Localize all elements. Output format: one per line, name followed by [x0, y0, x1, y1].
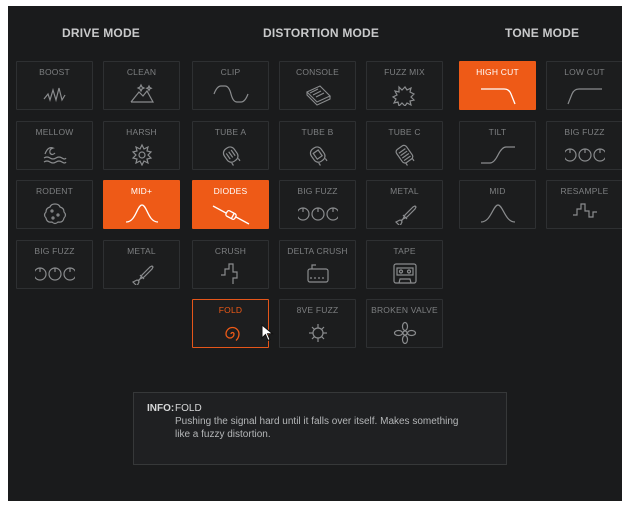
- distortion-tube-a-button[interactable]: TUBE A: [192, 121, 269, 170]
- tone-mid-button[interactable]: MID: [459, 180, 536, 229]
- tile-label: DELTA CRUSH: [287, 246, 348, 256]
- step-wave-icon: [565, 201, 605, 225]
- three-knobs-icon: [297, 201, 338, 225]
- info-description: Pushing the signal hard until it falls o…: [175, 416, 459, 440]
- distortion-diodes-button[interactable]: DIODES: [192, 180, 269, 229]
- tile-label: BOOST: [39, 67, 70, 77]
- spiky-blob-icon: [122, 142, 162, 166]
- tile-label: TUBE B: [301, 127, 334, 137]
- tile-label: TUBE C: [388, 127, 421, 137]
- tile-label: FUZZ MIX: [384, 67, 425, 77]
- tile-label: CONSOLE: [296, 67, 339, 77]
- step-wave-icon: [211, 261, 251, 285]
- tone-resample-button[interactable]: RESAMPLE: [546, 180, 622, 229]
- info-box: INFO: FOLD Pushing the signal hard until…: [133, 392, 507, 465]
- tile-label: DIODES: [213, 186, 248, 196]
- tile-label: TILT: [488, 127, 507, 137]
- low-cut-curve-icon: [565, 82, 605, 106]
- tile-label: TAPE: [393, 246, 416, 256]
- tile-label: METAL: [127, 246, 156, 256]
- tone-mode-header: TONE MODE: [505, 26, 580, 40]
- distortion-clip-button[interactable]: CLIP: [192, 61, 269, 110]
- cassette-icon: [385, 261, 425, 285]
- distortion-fuzz-mix-button[interactable]: FUZZ MIX: [366, 61, 443, 110]
- drive-mellow-button[interactable]: MELLOW: [16, 121, 93, 170]
- tone-high-cut-button[interactable]: HIGH CUT: [459, 61, 536, 110]
- guitar-icon: [385, 201, 425, 225]
- tone-low-cut-button[interactable]: LOW CUT: [546, 61, 622, 110]
- tile-label: LOW CUT: [564, 67, 605, 77]
- tile-label: TUBE A: [214, 127, 247, 137]
- device-icon: [298, 261, 338, 285]
- diode-icon: [211, 201, 251, 225]
- drive-boost-button[interactable]: BOOST: [16, 61, 93, 110]
- tile-label: HIGH CUT: [476, 67, 519, 77]
- tile-label: RODENT: [35, 186, 74, 196]
- tile-label: RESAMPLE: [560, 186, 609, 196]
- tile-label: BIG FUZZ: [297, 186, 338, 196]
- mouse-cursor: [261, 323, 274, 342]
- fuzz-blob-icon: [385, 82, 425, 106]
- tile-label: MID: [489, 186, 506, 196]
- high-cut-curve-icon: [478, 82, 518, 106]
- distortion-tape-button[interactable]: TAPE: [366, 240, 443, 289]
- spiky-ball-icon: [298, 320, 338, 344]
- tile-label: BIG FUZZ: [564, 127, 605, 137]
- drive-clean-button[interactable]: CLEAN: [103, 61, 180, 110]
- tone-big-fuzz-button[interactable]: BIG FUZZ: [546, 121, 622, 170]
- guitar-icon: [122, 261, 162, 285]
- distortion-fold-button[interactable]: FOLD: [192, 299, 269, 348]
- clipped-wave-icon: [211, 82, 251, 106]
- tile-label: BIG FUZZ: [34, 246, 75, 256]
- distortion-crush-button[interactable]: CRUSH: [192, 240, 269, 289]
- tile-label: HARSH: [126, 127, 157, 137]
- drive-rodent-button[interactable]: RODENT: [16, 180, 93, 229]
- distortion-big-fuzz-button[interactable]: BIG FUZZ: [279, 180, 356, 229]
- tile-label: FOLD: [218, 305, 243, 315]
- cookie-icon: [35, 201, 75, 225]
- distortion-console-button[interactable]: CONSOLE: [279, 61, 356, 110]
- three-knobs-icon: [564, 142, 605, 166]
- tilt-curve-icon: [478, 142, 518, 166]
- distortion-broken-valve-button[interactable]: BROKEN VALVE: [366, 299, 443, 348]
- tile-label: BROKEN VALVE: [371, 305, 438, 315]
- bell-curve-icon: [122, 201, 162, 225]
- distortion-tube-c-button[interactable]: TUBE C: [366, 121, 443, 170]
- drive-big-fuzz-button[interactable]: BIG FUZZ: [16, 240, 93, 289]
- distortion-8ve-fuzz-button[interactable]: 8VE FUZZ: [279, 299, 356, 348]
- drive-mode-header: DRIVE MODE: [62, 26, 141, 40]
- drive-harsh-button[interactable]: HARSH: [103, 121, 180, 170]
- tile-label: CRUSH: [214, 246, 247, 256]
- tone-tilt-button[interactable]: TILT: [459, 121, 536, 170]
- tube-icon: [385, 142, 425, 166]
- tube-icon: [211, 142, 251, 166]
- tile-label: MELLOW: [35, 127, 74, 137]
- tube-icon: [298, 142, 338, 166]
- distortion-mode-header: DISTORTION MODE: [263, 26, 380, 40]
- bell-curve-icon: [478, 201, 518, 225]
- tile-label: MID+: [130, 186, 153, 196]
- three-knobs-icon: [34, 261, 75, 285]
- tile-label: 8VE FUZZ: [296, 305, 339, 315]
- tile-label: CLEAN: [126, 67, 157, 77]
- distortion-metal-button[interactable]: METAL: [366, 180, 443, 229]
- info-title: FOLD: [175, 403, 202, 414]
- flower-icon: [385, 320, 425, 344]
- info-key: INFO:: [147, 403, 175, 414]
- sparkle-mountain-icon: [122, 82, 162, 106]
- tile-label: CLIP: [220, 67, 241, 77]
- distortion-tube-b-button[interactable]: TUBE B: [279, 121, 356, 170]
- spiral-icon: [211, 320, 251, 344]
- zigzag-icon: [35, 82, 75, 106]
- drive-metal-button[interactable]: METAL: [103, 240, 180, 289]
- tile-label: METAL: [390, 186, 419, 196]
- drive-mid-plus-button[interactable]: MID+: [103, 180, 180, 229]
- distortion-delta-crush-button[interactable]: DELTA CRUSH: [279, 240, 356, 289]
- wave-icon: [35, 142, 75, 166]
- mode-panel: DRIVE MODE DISTORTION MODE TONE MODE BOO…: [8, 6, 622, 501]
- mixing-console-icon: [298, 82, 338, 106]
